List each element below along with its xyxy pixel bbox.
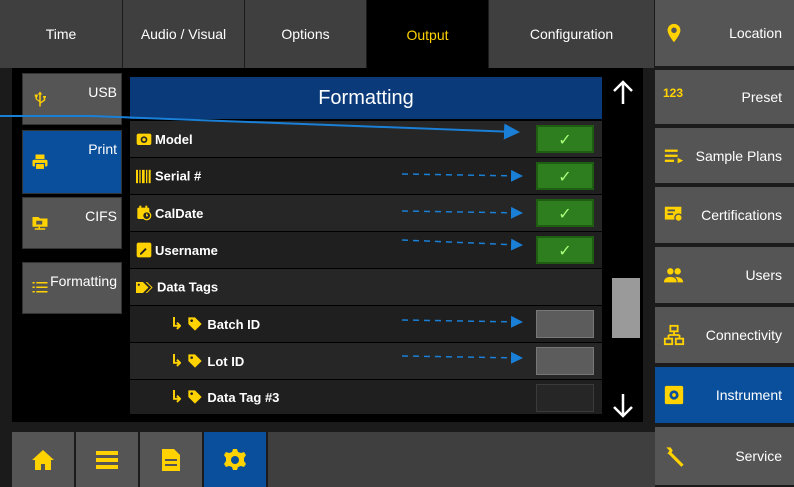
username-checkbox[interactable]: ✓ <box>536 236 594 264</box>
model-checkbox[interactable]: ✓ <box>536 125 594 153</box>
users-icon <box>663 268 684 283</box>
numbers-123-icon: 123 <box>663 86 684 100</box>
sidebar-item-sample-plans[interactable]: Sample Plans <box>655 128 794 185</box>
sidebar-item-connectivity[interactable]: Connectivity <box>655 307 794 365</box>
list-icon <box>96 450 118 469</box>
data-tag-3-checkbox[interactable] <box>536 384 594 412</box>
certificate-icon <box>664 206 683 223</box>
list-arrow-icon <box>664 149 684 163</box>
gear-icon <box>224 448 246 470</box>
annotation-line <box>401 351 523 364</box>
sidebar-item-instrument[interactable]: Instrument <box>655 367 794 425</box>
sidebar-item-users[interactable]: Users <box>655 247 794 305</box>
document-button[interactable] <box>140 432 204 487</box>
sidebar-item-service[interactable]: Service <box>655 427 794 487</box>
sidebar-item-label: Instrument <box>715 387 782 403</box>
caldate-checkbox[interactable]: ✓ <box>536 199 594 227</box>
tab-output[interactable]: Output <box>367 0 489 70</box>
sidebar-item-label: Service <box>735 448 782 464</box>
list-button[interactable] <box>76 432 140 487</box>
sidebar-item-preset[interactable]: 123 Preset <box>655 70 794 126</box>
gear-box-icon <box>664 385 684 405</box>
batch-id-checkbox[interactable] <box>536 310 594 338</box>
annotation-arrows <box>0 115 523 364</box>
row-label-wrap: ↳ Data Tag #3 <box>170 387 279 407</box>
wrench-icon <box>666 447 684 467</box>
sidebar-item-label: Certifications <box>701 207 782 223</box>
network-icon <box>663 324 685 346</box>
annotation-line <box>401 315 523 328</box>
annotation-line <box>401 206 523 219</box>
sidebar-item-label: Connectivity <box>705 327 782 343</box>
list-item-data-tag-3[interactable]: ↳ Data Tag #3 <box>130 380 602 414</box>
annotation-line <box>0 115 520 140</box>
sidebar-item-label: Preset <box>741 89 782 105</box>
checkmark-icon: ✓ <box>558 132 572 149</box>
scroll-down-button[interactable] <box>611 392 635 418</box>
checkmark-icon: ✓ <box>558 206 572 223</box>
tab-label: Output <box>406 27 449 43</box>
annotation-line <box>401 238 523 251</box>
sidebar-item-label: Sample Plans <box>695 147 782 164</box>
lot-id-checkbox[interactable] <box>536 347 594 375</box>
sub-arrow-icon: ↳ <box>170 389 184 406</box>
row-label: Data Tag #3 <box>207 389 280 405</box>
tag-icon <box>188 390 203 404</box>
annotation-line <box>401 169 523 182</box>
bottom-bar-filler <box>268 432 655 487</box>
tab-audio-visual[interactable]: Audio / Visual <box>123 0 245 68</box>
sidebar-item-location[interactable]: Location <box>655 0 794 68</box>
scrollbar-thumb[interactable] <box>612 278 640 338</box>
document-icon <box>162 448 180 471</box>
sidebar-item-label: Location <box>729 25 782 41</box>
sidebar-item-label: Users <box>745 267 782 283</box>
checkmark-icon: ✓ <box>558 243 572 260</box>
tab-label: Time <box>45 26 77 42</box>
tab-time[interactable]: Time <box>0 0 123 68</box>
tab-label: Configuration <box>529 26 614 42</box>
location-pin-icon <box>667 23 681 43</box>
settings-button[interactable] <box>204 432 268 487</box>
scroll-up-button[interactable] <box>611 80 635 106</box>
tab-configuration[interactable]: Configuration <box>489 0 655 68</box>
checkmark-icon: ✓ <box>558 169 572 186</box>
tab-label: Options <box>281 26 330 42</box>
home-button[interactable] <box>12 432 76 487</box>
serial-checkbox[interactable]: ✓ <box>536 162 594 190</box>
tab-options[interactable]: Options <box>245 0 367 68</box>
sidebar-item-certifications[interactable]: Certifications <box>655 187 794 245</box>
tab-label: Audio / Visual <box>140 26 227 42</box>
home-icon <box>32 449 54 470</box>
